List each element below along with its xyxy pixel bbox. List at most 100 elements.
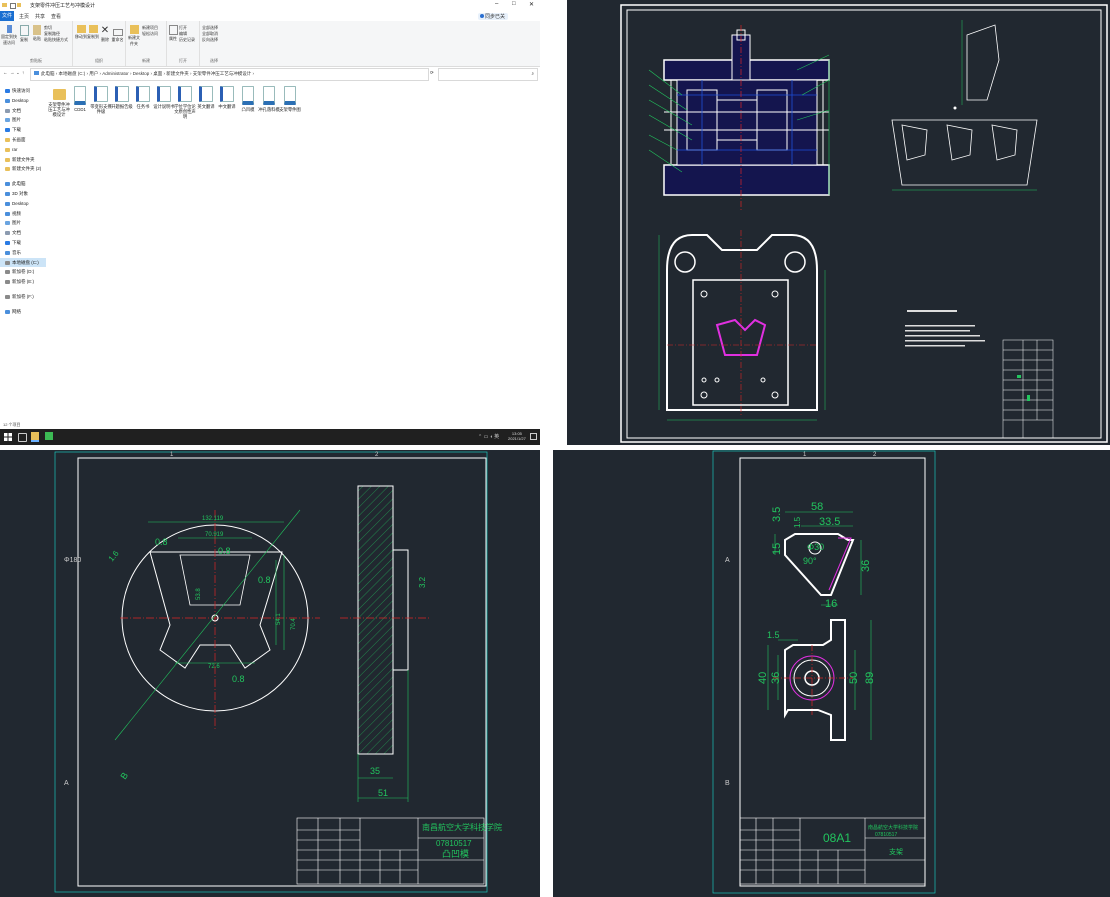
up-button[interactable]: ↑	[22, 70, 24, 75]
forward-button[interactable]: →	[10, 70, 15, 75]
nav-item[interactable]: Desktop	[0, 96, 46, 106]
copy-button[interactable]: 复制	[18, 25, 30, 43]
invert-selection-button[interactable]: 反向选择	[202, 37, 228, 43]
nav-item[interactable]: 新建文件夹	[0, 155, 46, 165]
nav-item[interactable]: 新加卷 (D:)	[0, 267, 46, 277]
nav-item[interactable]: 新加卷 (F:)	[0, 292, 46, 302]
breadcrumb-item[interactable]: 此电脑	[41, 71, 55, 76]
breadcrumb-item[interactable]: 本地磁盘 (C:)	[59, 71, 86, 76]
history-button[interactable]: 历史记录	[179, 37, 199, 43]
paste-shortcut-button[interactable]: 粘贴快捷方式	[44, 37, 72, 43]
file-item[interactable]: 任务书	[132, 86, 154, 109]
search-box[interactable]: ⌕	[438, 68, 538, 81]
nav-item-label: 图片	[12, 117, 21, 123]
doc-icon	[5, 231, 10, 236]
nav-item[interactable]: 新建文件夹 (2)	[0, 164, 46, 174]
breadcrumb-item[interactable]: 桌面	[153, 71, 162, 76]
sync-status[interactable]: 同步已关	[478, 13, 508, 20]
nav-item[interactable]: 快速访问	[0, 86, 46, 96]
file-item[interactable]: 开题报告级	[111, 86, 133, 109]
breadcrumb-item[interactable]: 新建文件夹	[166, 71, 189, 76]
file-item[interactable]: 支架零件冲压工艺与冲模设计	[48, 86, 70, 117]
blue-icon	[5, 98, 10, 103]
nav-item[interactable]: 图片	[0, 218, 46, 228]
file-item[interactable]: 英文翻译	[195, 86, 217, 109]
nav-item[interactable]: 长画面	[0, 135, 46, 145]
school-name: 南昌航空大学科技学院	[422, 822, 502, 832]
back-button[interactable]: ←	[3, 70, 8, 75]
assembly-drawing-panel	[567, 0, 1110, 445]
app-taskbar-icon[interactable]	[45, 432, 53, 440]
tab-file[interactable]: 文件	[0, 11, 14, 21]
nav-item[interactable]: Desktop	[0, 199, 46, 209]
file-item[interactable]: 冲孔落料模	[258, 86, 280, 112]
file-item[interactable]: 中文翻译	[216, 86, 238, 109]
dim-70-919: 70.919	[205, 532, 224, 538]
nav-item[interactable]: 本地磁盘 (C:)	[0, 257, 46, 268]
roughness-1: 0.8	[155, 537, 168, 547]
tab-view[interactable]: 查看	[51, 13, 61, 20]
close-button[interactable]: ✕	[529, 1, 534, 8]
refresh-button[interactable]: ⟳	[430, 70, 434, 76]
nav-item[interactable]: 图片	[0, 115, 46, 125]
nav-item[interactable]: 音乐	[0, 248, 46, 258]
breadcrumb-item[interactable]: 支架零件冲压工艺与冲模设计	[193, 71, 252, 76]
new-folder-icon[interactable]	[17, 3, 21, 7]
notification-icon[interactable]	[530, 433, 537, 440]
tab-share[interactable]: 共享	[35, 13, 45, 20]
move-to-button[interactable]: 移动到	[75, 25, 87, 40]
new-folder-button[interactable]: 新建文件夹	[128, 25, 140, 47]
paste-button[interactable]: 粘贴	[31, 25, 43, 42]
dim-phi-30: Φ30	[807, 542, 824, 552]
breadcrumb-separator-icon[interactable]: ›	[251, 71, 255, 76]
task-view-icon[interactable]	[18, 433, 27, 442]
gap	[540, 0, 567, 445]
properties-icon[interactable]	[10, 3, 16, 9]
nav-item[interactable]: 下载	[0, 238, 46, 248]
minimize-button[interactable]: –	[495, 1, 498, 7]
file-item[interactable]: 凸凹模	[237, 86, 259, 112]
nav-item-label: 长画面	[12, 136, 26, 142]
nav-item-label: 3D 对象	[12, 190, 29, 196]
nav-item-label: 新加卷 (F:)	[12, 293, 34, 299]
nav-item[interactable]: 网络	[0, 307, 46, 317]
recent-locations-button[interactable]: ⌄	[16, 70, 20, 76]
nav-item[interactable]: 视频	[0, 209, 46, 219]
breadcrumb-item[interactable]: Desktop	[133, 71, 150, 76]
dim-89: 89	[864, 672, 876, 684]
file-item[interactable]: 学位学位论文原创性声明	[174, 86, 196, 119]
copy-to-button[interactable]: 复制到	[87, 25, 99, 40]
breadcrumb-item[interactable]: 用户	[89, 71, 98, 76]
nav-item-label: 下载	[12, 239, 21, 245]
nav-item[interactable]: rar	[0, 145, 46, 155]
nav-item[interactable]: 新加卷 (E:)	[0, 277, 46, 287]
file-item[interactable]: CDD1	[69, 86, 91, 112]
nav-item[interactable]: 文档	[0, 228, 46, 238]
nav-item[interactable]: 下载	[0, 125, 46, 135]
taskbar: ⌃ ▭ ◖ 英 13:05 2021/1/27	[0, 429, 540, 445]
nav-item[interactable]: 3D 对象	[0, 189, 46, 199]
clock[interactable]: 13:05 2021/1/27	[508, 431, 526, 441]
file-item[interactable]: 支架零件图	[279, 86, 301, 112]
easy-access-button[interactable]: 轻松访问	[142, 31, 166, 37]
delete-button[interactable]: ✕ 删除	[100, 25, 110, 43]
pin-quick-access-button[interactable]: 固定到快速访问	[1, 25, 17, 46]
rename-button[interactable]: 重命名	[111, 25, 124, 43]
nav-item[interactable]: 文档	[0, 106, 46, 116]
tab-home[interactable]: 主页	[19, 13, 29, 20]
file-item[interactable]: 设计说明书	[153, 86, 175, 109]
punch-die-drawing: Φ180 A 1 2 132.119 70.919 0.8 0.8 0.8 0.…	[54, 451, 502, 893]
file-item[interactable]: 带变形支撑件级	[90, 86, 112, 114]
properties-button[interactable]: 属性	[168, 25, 178, 42]
address-bar[interactable]: 此电脑 › 本地磁盘 (C:) › 用户 › Administrator › D…	[30, 68, 429, 81]
file-name: 学位学位论文原创性声明	[174, 104, 196, 119]
tray-icons[interactable]: ⌃ ▭ ◖ 英	[478, 433, 499, 440]
word-document-icon	[157, 86, 171, 102]
explorer-taskbar-icon[interactable]	[31, 432, 39, 442]
select-group-label: 选择	[210, 58, 218, 63]
windows-start-icon[interactable]	[4, 433, 12, 441]
dim-90-deg: 90°	[803, 556, 817, 566]
breadcrumb-item[interactable]: Administrator	[102, 71, 129, 76]
maximize-button[interactable]: □	[512, 1, 516, 7]
nav-item[interactable]: 此电脑	[0, 179, 46, 189]
